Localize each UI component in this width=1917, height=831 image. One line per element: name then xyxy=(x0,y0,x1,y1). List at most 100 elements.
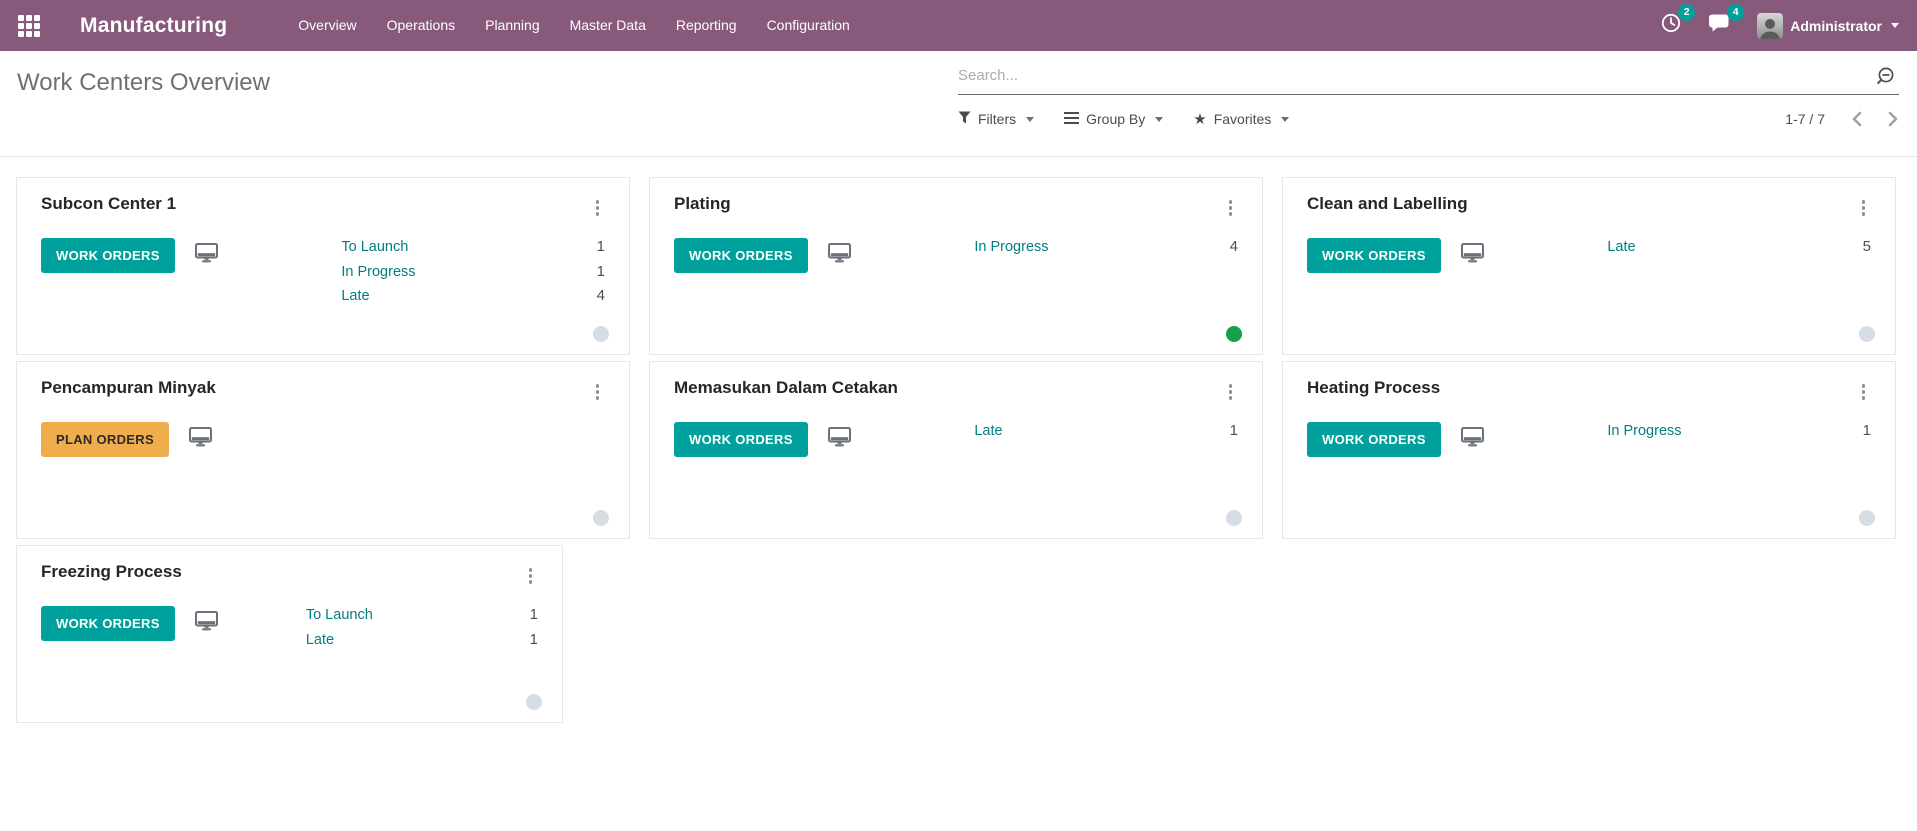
search-bar xyxy=(958,57,1899,95)
orders-button[interactable]: WORK ORDERS xyxy=(41,606,175,641)
filters-label: Filters xyxy=(978,111,1017,127)
menu-item-overview[interactable]: Overview xyxy=(283,0,371,51)
chevron-down-icon xyxy=(1155,116,1164,122)
menu-item-reporting[interactable]: Reporting xyxy=(661,0,752,51)
star-icon: ★ xyxy=(1193,110,1207,128)
status-count: 1 xyxy=(596,262,605,280)
menu-item-operations[interactable]: Operations xyxy=(372,0,470,51)
work-center-card: Pencampuran Minyak PLAN ORDERS xyxy=(16,361,630,539)
search-input[interactable] xyxy=(958,57,1899,93)
activities-count-badge: 2 xyxy=(1678,4,1696,21)
kebab-menu-icon[interactable] xyxy=(1856,380,1872,404)
orders-button[interactable]: PLAN ORDERS xyxy=(41,422,169,457)
status-list: Late 1 xyxy=(974,419,1238,444)
status-count: 4 xyxy=(596,287,605,304)
control-panel: Work Centers Overview Filters xyxy=(0,51,1917,157)
favorites-label: Favorites xyxy=(1213,111,1272,127)
status-link[interactable]: In Progress xyxy=(341,260,415,285)
status-link[interactable]: To Launch xyxy=(306,603,373,628)
status-count: 1 xyxy=(529,606,538,623)
chevron-down-icon xyxy=(1281,116,1290,122)
work-center-card: Freezing Process WORK ORDERS To Launch 1 L… xyxy=(16,545,563,723)
monitor-icon[interactable] xyxy=(1460,243,1484,268)
pager-next-button[interactable] xyxy=(1888,111,1899,127)
monitor-icon[interactable] xyxy=(827,243,851,268)
card-title[interactable]: Freezing Process xyxy=(41,562,182,582)
user-name: Administrator xyxy=(1790,17,1882,34)
status-link[interactable]: To Launch xyxy=(341,235,408,260)
kanban-status-dot[interactable] xyxy=(593,510,609,526)
status-link[interactable]: Late xyxy=(1607,235,1635,260)
filters-button[interactable]: Filters xyxy=(958,111,1035,127)
status-count: 4 xyxy=(1229,238,1238,255)
page-title: Work Centers Overview xyxy=(17,69,270,96)
activities-button[interactable]: 2 xyxy=(1660,4,1696,39)
work-center-card: Plating WORK ORDERS In Progress 4 xyxy=(649,177,1263,355)
funnel-icon xyxy=(958,111,971,127)
status-count: 1 xyxy=(529,630,538,648)
status-list: In Progress 1 xyxy=(1607,419,1871,444)
orders-button[interactable]: WORK ORDERS xyxy=(674,238,808,273)
top-menu: Overview Operations Planning Master Data… xyxy=(283,0,865,51)
group-by-button[interactable]: Group By xyxy=(1064,111,1164,127)
menu-item-planning[interactable]: Planning xyxy=(470,0,555,51)
card-title[interactable]: Pencampuran Minyak xyxy=(41,378,216,398)
status-row: In Progress 1 xyxy=(341,260,605,285)
status-link[interactable]: In Progress xyxy=(974,235,1048,260)
kanban-status-dot[interactable] xyxy=(593,326,609,342)
card-title[interactable]: Memasukan Dalam Cetakan xyxy=(674,378,898,398)
kebab-menu-icon[interactable] xyxy=(1856,196,1872,220)
favorites-button[interactable]: ★ Favorites xyxy=(1193,110,1290,128)
hamburger-icon xyxy=(1064,111,1080,127)
orders-button[interactable]: WORK ORDERS xyxy=(1307,422,1441,457)
kebab-menu-icon[interactable] xyxy=(1223,380,1239,404)
apps-grid-icon[interactable] xyxy=(18,14,40,37)
monitor-icon[interactable] xyxy=(194,611,218,636)
status-row: To Launch 1 xyxy=(306,603,538,628)
pager: 1-7 / 7 xyxy=(1785,111,1899,127)
status-row: Late 5 xyxy=(1607,235,1871,260)
status-row: To Launch 1 xyxy=(341,235,605,260)
status-count: 1 xyxy=(1862,422,1871,439)
card-title[interactable]: Clean and Labelling xyxy=(1307,194,1468,214)
status-count: 1 xyxy=(596,238,605,255)
app-brand[interactable]: Manufacturing xyxy=(80,14,227,38)
status-link[interactable]: In Progress xyxy=(1607,419,1681,444)
monitor-icon[interactable] xyxy=(1460,427,1484,452)
monitor-icon[interactable] xyxy=(194,243,218,268)
kanban-status-dot[interactable] xyxy=(1226,510,1242,526)
card-title[interactable]: Subcon Center 1 xyxy=(41,194,176,214)
pager-value: 1-7 / 7 xyxy=(1785,111,1825,127)
card-title[interactable]: Heating Process xyxy=(1307,378,1440,398)
work-center-card: Subcon Center 1 WORK ORDERS To Launch 1 In… xyxy=(16,177,630,355)
search-icon[interactable] xyxy=(1873,65,1897,94)
kebab-menu-icon[interactable] xyxy=(590,196,606,220)
kebab-menu-icon[interactable] xyxy=(1223,196,1239,220)
menu-item-master-data[interactable]: Master Data xyxy=(555,0,661,51)
monitor-icon[interactable] xyxy=(188,427,212,452)
orders-button[interactable]: WORK ORDERS xyxy=(1307,238,1441,273)
kanban-status-dot[interactable] xyxy=(1859,326,1875,342)
user-menu[interactable]: Administrator xyxy=(1757,12,1899,39)
pager-previous-button[interactable] xyxy=(1851,111,1862,127)
kebab-menu-icon[interactable] xyxy=(590,380,606,404)
menu-item-configuration[interactable]: Configuration xyxy=(752,0,865,51)
status-list: To Launch 1 Late 1 xyxy=(306,603,538,652)
status-link[interactable]: Late xyxy=(341,284,369,309)
work-center-card: Memasukan Dalam Cetakan WORK ORDERS Late… xyxy=(649,361,1263,539)
orders-button[interactable]: WORK ORDERS xyxy=(674,422,808,457)
orders-button[interactable]: WORK ORDERS xyxy=(41,238,175,273)
status-count: 5 xyxy=(1862,238,1871,255)
kanban-status-dot[interactable] xyxy=(526,694,542,710)
card-title[interactable]: Plating xyxy=(674,194,731,214)
messages-button[interactable]: 4 xyxy=(1708,4,1745,39)
status-row: Late 1 xyxy=(306,628,538,653)
kanban-status-dot[interactable] xyxy=(1226,326,1242,342)
monitor-icon[interactable] xyxy=(827,427,851,452)
status-link[interactable]: Late xyxy=(306,628,334,653)
kebab-menu-icon[interactable] xyxy=(523,564,539,588)
chevron-down-icon xyxy=(1891,23,1899,28)
messages-count-badge: 4 xyxy=(1727,4,1745,21)
status-link[interactable]: Late xyxy=(974,419,1002,444)
kanban-status-dot[interactable] xyxy=(1859,510,1875,526)
